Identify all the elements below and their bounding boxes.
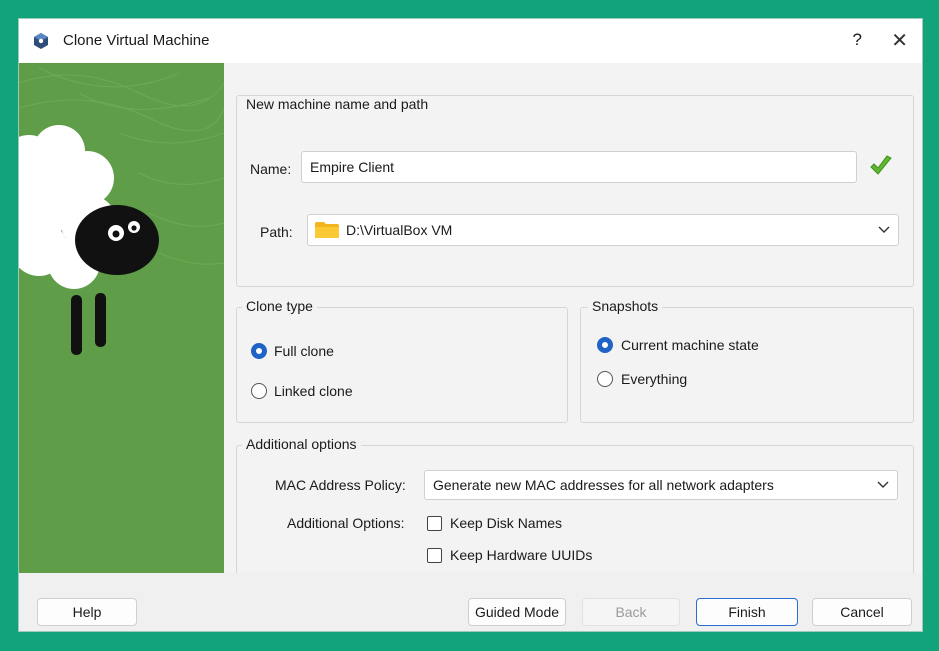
everything-label[interactable]: Everything bbox=[621, 371, 687, 387]
window-title: Clone Virtual Machine bbox=[63, 32, 210, 49]
full-clone-label[interactable]: Full clone bbox=[274, 343, 334, 359]
name-input-value: Empire Client bbox=[310, 159, 395, 175]
path-label: Path: bbox=[260, 224, 293, 240]
sheep-icon bbox=[19, 63, 224, 573]
help-button[interactable]: Help bbox=[37, 598, 137, 626]
keep-disk-names-checkbox[interactable] bbox=[427, 516, 442, 531]
keep-disk-names-label[interactable]: Keep Disk Names bbox=[450, 515, 562, 531]
mac-policy-combobox[interactable]: Generate new MAC addresses for all netwo… bbox=[424, 470, 898, 500]
name-path-group bbox=[236, 95, 914, 287]
finish-button[interactable]: Finish bbox=[696, 598, 798, 626]
wizard-content: New machine name and path Name: Empire C… bbox=[224, 63, 922, 585]
title-bar: Clone Virtual Machine ? ✕ bbox=[19, 19, 922, 63]
clone-type-group bbox=[236, 307, 568, 423]
keep-hardware-uuids-checkbox[interactable] bbox=[427, 548, 442, 563]
linked-clone-label[interactable]: Linked clone bbox=[274, 383, 353, 399]
linked-clone-radio[interactable] bbox=[251, 383, 267, 399]
valid-check-icon bbox=[870, 155, 892, 175]
help-icon[interactable]: ? bbox=[853, 30, 862, 50]
path-value: D:\VirtualBox VM bbox=[346, 222, 453, 238]
name-path-group-title: New machine name and path bbox=[242, 96, 433, 112]
name-input[interactable]: Empire Client bbox=[301, 151, 857, 183]
chevron-down-icon bbox=[878, 226, 890, 233]
current-state-label[interactable]: Current machine state bbox=[621, 337, 759, 353]
back-button[interactable]: Back bbox=[582, 598, 680, 626]
additional-options-label: Additional Options: bbox=[287, 515, 405, 531]
chevron-down-icon bbox=[877, 481, 889, 488]
mac-policy-label: MAC Address Policy: bbox=[275, 477, 406, 493]
snapshots-group bbox=[580, 307, 914, 423]
clone-vm-dialog: Clone Virtual Machine ? ✕ New machine na… bbox=[18, 18, 923, 632]
folder-icon bbox=[315, 222, 339, 238]
virtualbox-icon bbox=[34, 33, 48, 49]
current-state-radio[interactable] bbox=[597, 337, 613, 353]
full-clone-radio[interactable] bbox=[251, 343, 267, 359]
path-combobox[interactable]: D:\VirtualBox VM bbox=[307, 214, 899, 246]
everything-radio[interactable] bbox=[597, 371, 613, 387]
wizard-sheep-illustration bbox=[19, 63, 224, 573]
cancel-button[interactable]: Cancel bbox=[812, 598, 912, 626]
snapshots-group-title: Snapshots bbox=[588, 298, 663, 314]
close-icon[interactable]: ✕ bbox=[891, 28, 908, 53]
keep-hardware-uuids-label[interactable]: Keep Hardware UUIDs bbox=[450, 547, 592, 563]
mac-policy-value: Generate new MAC addresses for all netwo… bbox=[433, 477, 774, 493]
additional-options-group-title: Additional options bbox=[242, 436, 361, 452]
guided-mode-button[interactable]: Guided Mode bbox=[468, 598, 566, 626]
name-label: Name: bbox=[250, 161, 292, 177]
clone-type-group-title: Clone type bbox=[242, 298, 317, 314]
button-bar: Help Guided Mode Back Finish Cancel bbox=[19, 573, 922, 631]
